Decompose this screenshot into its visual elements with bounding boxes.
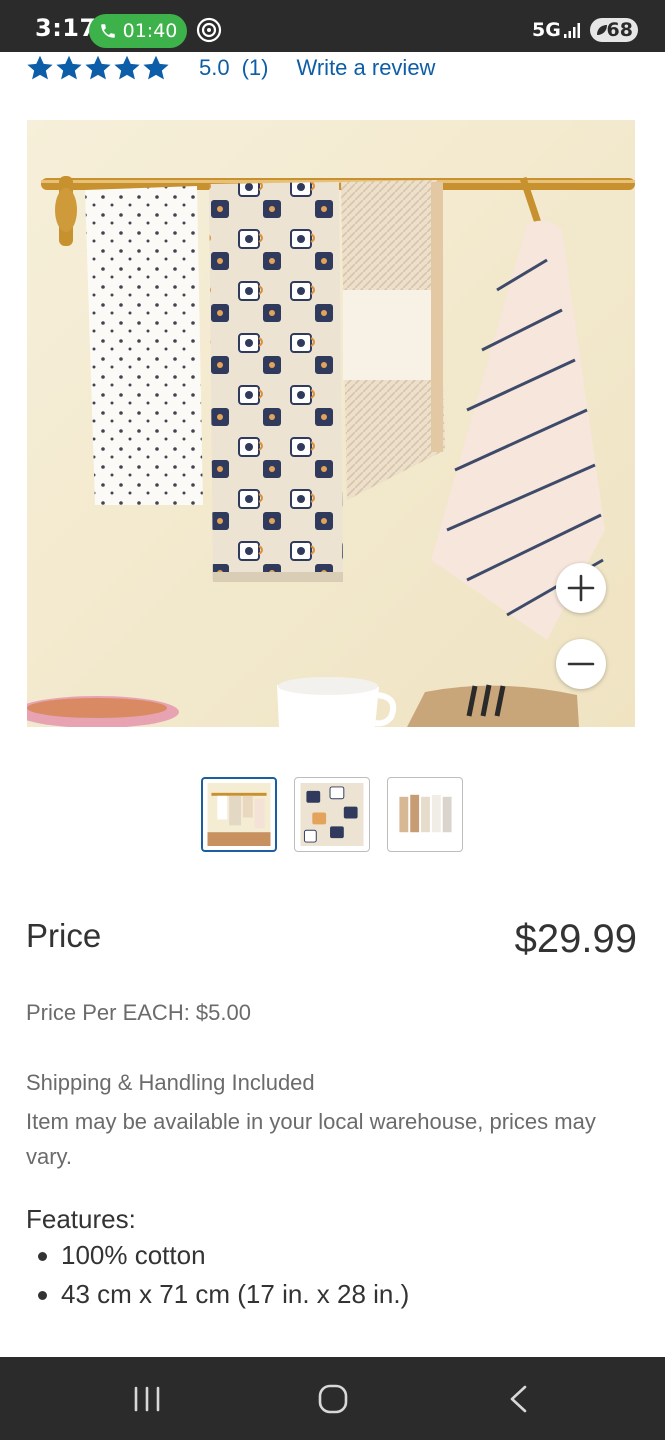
system-nav-bar xyxy=(0,1357,665,1440)
back-icon[interactable] xyxy=(499,1379,539,1419)
price-per-each: Price Per EACH: $5.00 xyxy=(26,1000,251,1025)
feature-item: 100% cotton xyxy=(26,1240,409,1279)
thumbnail-strip xyxy=(201,777,463,852)
zoom-out-button[interactable] xyxy=(556,639,606,689)
star-icon xyxy=(143,55,169,80)
battery-indicator: 68 xyxy=(590,18,638,42)
product-image[interactable] xyxy=(27,120,635,727)
power-saving-icon xyxy=(597,25,607,35)
tea-towels-photo xyxy=(27,120,635,727)
rating-row: 5.0 (1) Write a review xyxy=(26,50,435,86)
zoom-out-icon xyxy=(567,662,595,666)
thumbnail-2[interactable] xyxy=(294,777,370,852)
status-bar: 3:17 01:40 5G 68 xyxy=(0,0,665,52)
price-label: Price xyxy=(26,917,102,954)
write-review-link[interactable]: Write a review xyxy=(296,55,435,81)
network-type: 5G xyxy=(532,19,561,41)
features-list: 100% cotton 43 cm x 71 cm (17 in. x 28 i… xyxy=(26,1240,409,1318)
hotspot-icon xyxy=(196,17,222,43)
phone-icon xyxy=(100,24,115,38)
zoom-in-icon xyxy=(567,574,595,602)
price-value: $29.99 xyxy=(514,917,637,961)
thumbnail-image xyxy=(300,783,364,846)
thumbnail-image xyxy=(393,783,457,846)
star-icon xyxy=(27,55,53,80)
thumbnail-image xyxy=(207,783,271,846)
call-timer-pill[interactable]: 01:40 xyxy=(89,14,187,48)
battery-level: 68 xyxy=(606,19,633,41)
thumbnail-1[interactable] xyxy=(201,777,277,852)
shipping-note: Shipping & Handling Included xyxy=(26,1070,315,1095)
status-time: 3:17 xyxy=(35,14,97,42)
rating-value[interactable]: 5.0 xyxy=(199,55,230,81)
features-title: Features: xyxy=(26,1204,136,1234)
star-rating xyxy=(26,54,170,82)
review-count[interactable]: (1) xyxy=(242,55,269,81)
home-icon[interactable] xyxy=(313,1379,353,1419)
signal-icon xyxy=(564,23,580,38)
call-timer-text: 01:40 xyxy=(122,20,178,42)
recents-icon[interactable] xyxy=(127,1379,167,1419)
feature-item: 43 cm x 71 cm (17 in. x 28 in.) xyxy=(26,1279,409,1318)
zoom-in-button[interactable] xyxy=(556,563,606,613)
star-icon xyxy=(56,55,82,80)
star-icon xyxy=(85,55,111,80)
star-icon xyxy=(114,55,140,80)
warehouse-note: Item may be available in your local ware… xyxy=(26,1109,596,1169)
thumbnail-3[interactable] xyxy=(387,777,463,852)
